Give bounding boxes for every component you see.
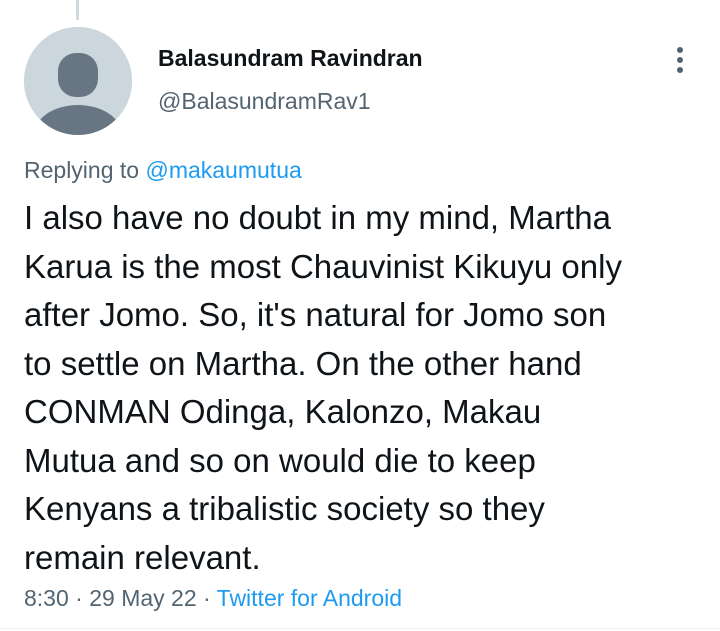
meta-separator: · xyxy=(75,585,83,611)
replying-to-label: Replying to xyxy=(24,157,140,183)
author-display-name[interactable]: Balasundram Ravindran xyxy=(158,45,423,72)
tweet-date[interactable]: 29 May 22 xyxy=(89,585,196,611)
tweet-time[interactable]: 8:30 xyxy=(24,585,69,611)
divider xyxy=(0,628,720,629)
replying-to-mention-link[interactable]: @makaumutua xyxy=(145,157,301,183)
thread-connector-line xyxy=(76,0,79,20)
avatar[interactable] xyxy=(24,27,132,135)
tweet-metadata: 8:30 · 29 May 22 · Twitter for Android xyxy=(24,585,402,612)
more-options-button[interactable] xyxy=(662,40,698,80)
tweet-body-text: I also have no doubt in my mind, Martha … xyxy=(24,199,622,576)
replying-to-line: Replying to @makaumutua xyxy=(24,157,302,184)
author-handle[interactable]: @BalasundramRav1 xyxy=(158,88,371,115)
tweet-source-link[interactable]: Twitter for Android xyxy=(217,585,402,611)
meta-separator: · xyxy=(203,585,211,611)
default-profile-icon xyxy=(24,27,132,135)
more-vertical-icon xyxy=(677,47,683,73)
